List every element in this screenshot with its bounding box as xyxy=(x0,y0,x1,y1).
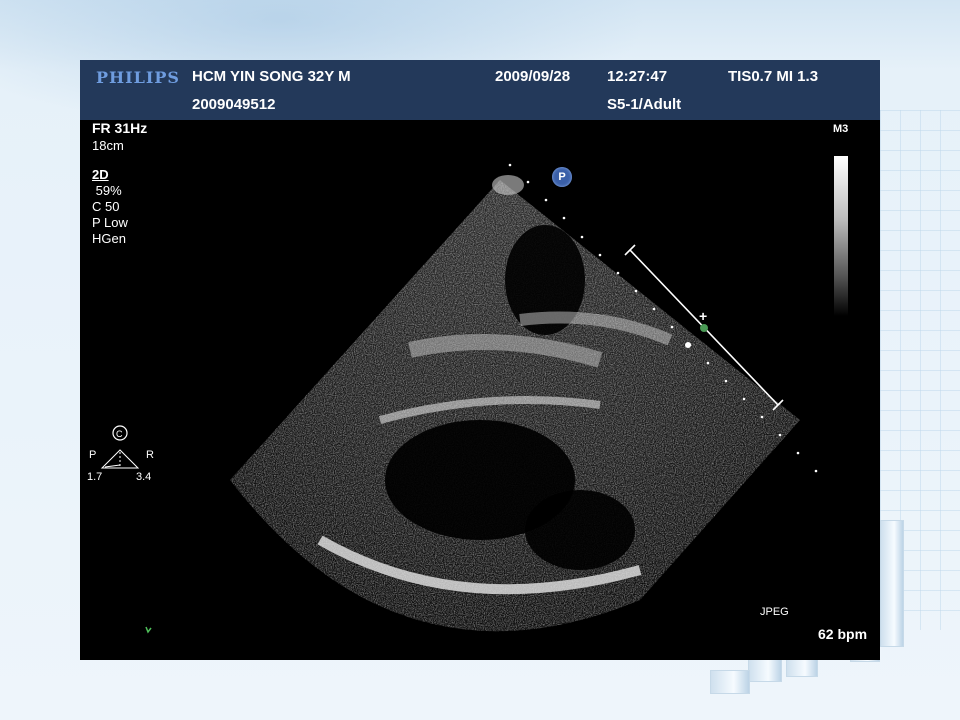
compress-setting: C 50 xyxy=(92,199,120,214)
exam-time: 12:27:47 xyxy=(607,68,668,85)
gain-setting: 59% xyxy=(92,183,122,198)
tis-mi-index: TIS0.7 MI 1.3 xyxy=(728,68,819,85)
probe-preset: S5-1/Adult xyxy=(607,96,682,113)
orientation-right-value: 3.4 xyxy=(136,471,152,483)
exam-date: 2009/09/28 xyxy=(495,68,571,85)
map-label: M3 xyxy=(833,123,849,135)
frequency-setting: HGen xyxy=(92,231,126,246)
ultrasound-image[interactable]: P + PHILIPS HCM YIN SONG 32Y M 200904951… xyxy=(80,60,880,660)
background-bar xyxy=(710,670,750,694)
heart-rate: 62 bpm xyxy=(818,626,868,642)
power-setting: P Low xyxy=(92,215,128,230)
probe-badge: P xyxy=(552,167,572,187)
orientation-center-label: C xyxy=(116,429,123,439)
patient-name: HCM YIN SONG 32Y M xyxy=(192,68,351,85)
image-format: JPEG xyxy=(760,606,789,618)
frame-rate: FR 31Hz xyxy=(92,120,148,136)
orientation-right-label: R xyxy=(146,449,154,461)
caliper-handle[interactable] xyxy=(700,324,708,332)
cursor-marker[interactable]: + xyxy=(699,309,707,324)
depth-setting: 18cm xyxy=(92,138,124,153)
background-bar xyxy=(880,520,904,647)
small-arrow-icon xyxy=(145,626,152,634)
caliper-point[interactable] xyxy=(685,342,691,348)
brand-logo: PHILIPS xyxy=(96,68,180,87)
orientation-left-label: P xyxy=(89,449,97,461)
orientation-triangle xyxy=(100,449,140,469)
grayscale-bar xyxy=(834,156,848,316)
orientation-left-value: 1.7 xyxy=(87,471,103,483)
echo-scan xyxy=(100,163,818,634)
header-bar: PHILIPS HCM YIN SONG 32Y M 2009049512 20… xyxy=(80,60,880,120)
patient-id: 2009049512 xyxy=(192,96,276,113)
mode-label: 2D xyxy=(92,167,109,182)
